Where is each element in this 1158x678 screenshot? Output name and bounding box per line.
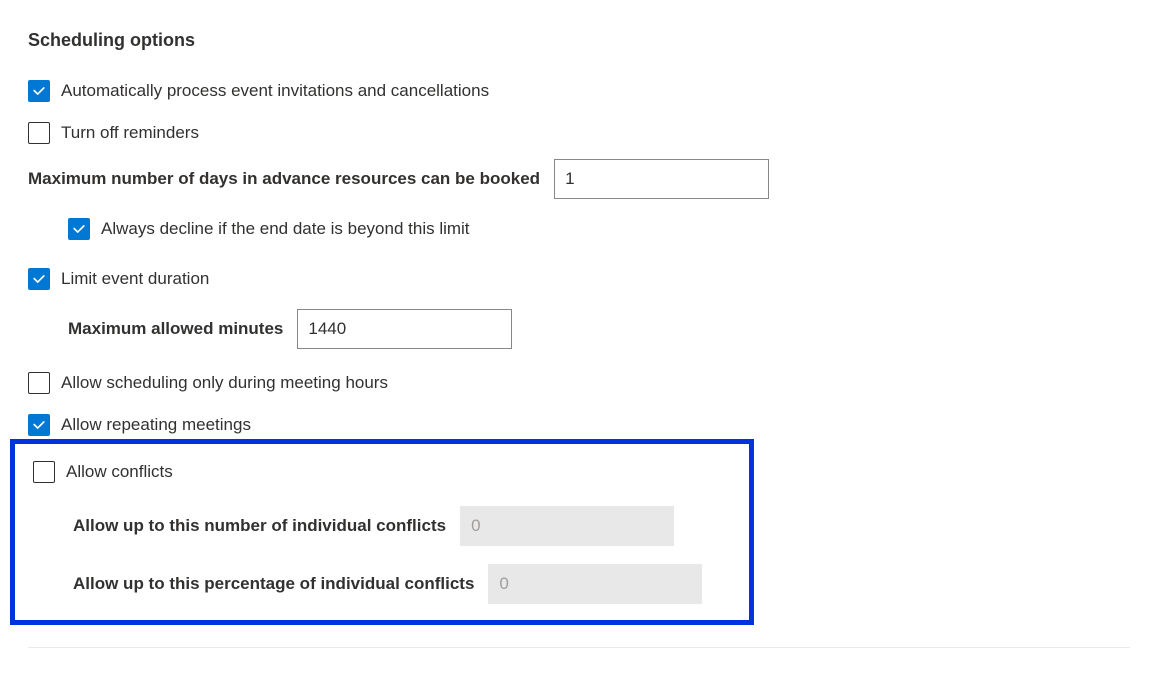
always-decline-checkbox[interactable] bbox=[68, 218, 90, 240]
allow-repeating-row: Allow repeating meetings bbox=[28, 409, 1130, 441]
schedule-only-hours-checkbox[interactable] bbox=[28, 372, 50, 394]
max-days-row: Maximum number of days in advance resour… bbox=[28, 159, 1130, 199]
max-days-label: Maximum number of days in advance resour… bbox=[28, 169, 540, 189]
pct-conflicts-input[interactable] bbox=[488, 564, 702, 604]
allow-conflicts-label: Allow conflicts bbox=[66, 462, 173, 482]
allow-repeating-label: Allow repeating meetings bbox=[61, 415, 251, 435]
allow-conflicts-checkbox[interactable] bbox=[33, 461, 55, 483]
turn-off-reminders-checkbox[interactable] bbox=[28, 122, 50, 144]
schedule-only-hours-row: Allow scheduling only during meeting hou… bbox=[28, 367, 1130, 399]
limit-duration-row: Limit event duration bbox=[28, 263, 1130, 295]
section-divider bbox=[28, 647, 1130, 648]
checkmark-icon bbox=[72, 222, 86, 236]
always-decline-row: Always decline if the end date is beyond… bbox=[68, 213, 1130, 245]
num-conflicts-label: Allow up to this number of individual co… bbox=[73, 516, 446, 536]
num-conflicts-input[interactable] bbox=[460, 506, 674, 546]
limit-duration-label: Limit event duration bbox=[61, 269, 209, 289]
auto-process-checkbox[interactable] bbox=[28, 80, 50, 102]
num-conflicts-row: Allow up to this number of individual co… bbox=[73, 506, 731, 546]
allow-repeating-checkbox[interactable] bbox=[28, 414, 50, 436]
auto-process-label: Automatically process event invitations … bbox=[61, 81, 489, 101]
turn-off-reminders-label: Turn off reminders bbox=[61, 123, 199, 143]
checkmark-icon bbox=[32, 272, 46, 286]
checkmark-icon bbox=[32, 418, 46, 432]
always-decline-label: Always decline if the end date is beyond… bbox=[101, 219, 470, 239]
schedule-only-hours-label: Allow scheduling only during meeting hou… bbox=[61, 373, 388, 393]
max-minutes-row: Maximum allowed minutes bbox=[68, 309, 1130, 349]
allow-conflicts-row: Allow conflicts bbox=[33, 456, 731, 488]
auto-process-row: Automatically process event invitations … bbox=[28, 75, 1130, 107]
limit-duration-checkbox[interactable] bbox=[28, 268, 50, 290]
max-minutes-label: Maximum allowed minutes bbox=[68, 319, 283, 339]
max-minutes-input[interactable] bbox=[297, 309, 512, 349]
turn-off-reminders-row: Turn off reminders bbox=[28, 117, 1130, 149]
pct-conflicts-label: Allow up to this percentage of individua… bbox=[73, 574, 474, 594]
section-title: Scheduling options bbox=[28, 30, 1130, 51]
pct-conflicts-row: Allow up to this percentage of individua… bbox=[73, 564, 731, 604]
checkmark-icon bbox=[32, 84, 46, 98]
conflicts-highlight-box: Allow conflicts Allow up to this number … bbox=[10, 439, 754, 625]
max-days-input[interactable] bbox=[554, 159, 769, 199]
